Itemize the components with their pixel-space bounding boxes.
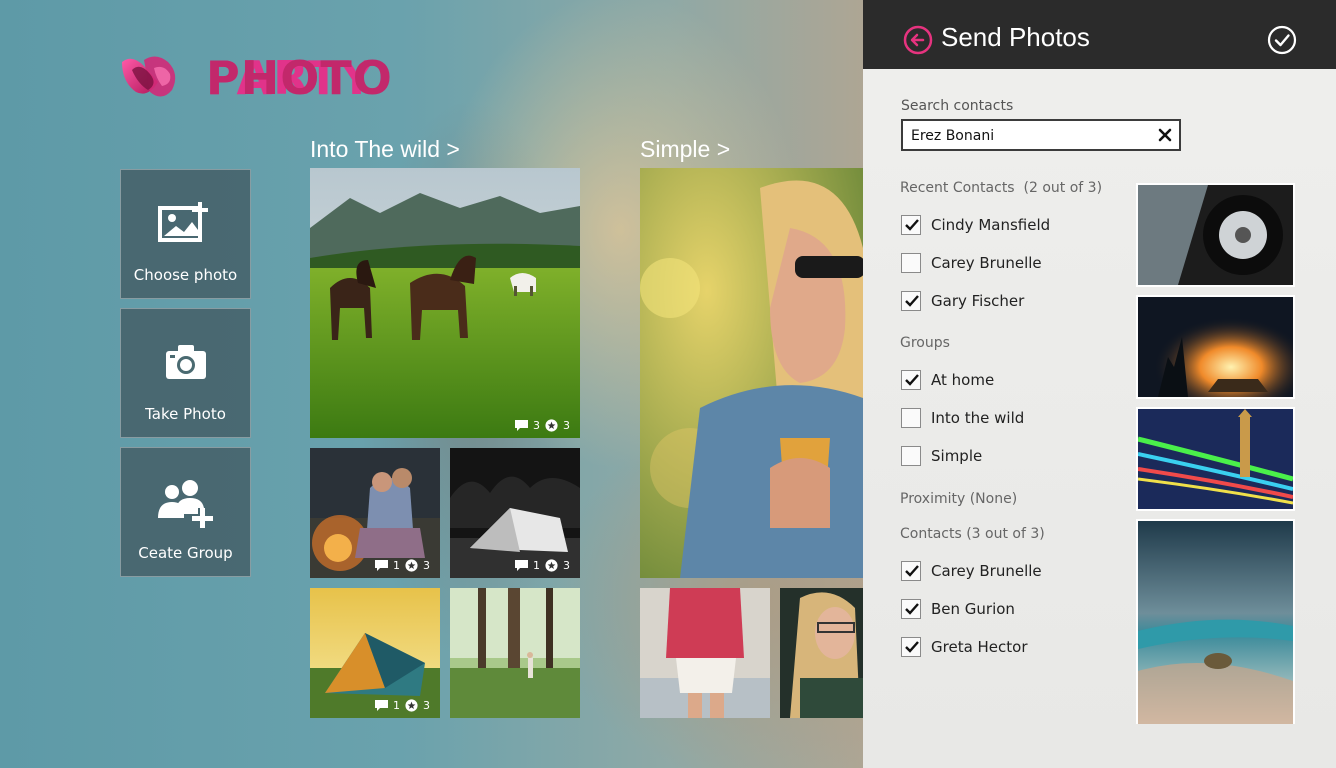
photo-green-tent[interactable]: 1 3 <box>310 588 440 718</box>
star-count: 3 <box>423 699 430 712</box>
create-group-label: Ceate Group <box>138 544 233 562</box>
checkbox-unchecked[interactable] <box>901 408 921 428</box>
choose-photo-label: Choose photo <box>133 266 238 284</box>
checkbox-checked[interactable] <box>901 599 921 619</box>
logo-word-photo: PHOTO <box>206 52 393 104</box>
contact-name: Gary Fischer <box>931 292 1025 310</box>
comment-icon <box>515 420 528 431</box>
checkbox-checked[interactable] <box>901 637 921 657</box>
contacts-heading: Contacts (3 out of 3) <box>900 526 1045 542</box>
checkbox-checked[interactable] <box>901 291 921 311</box>
photo-night-tent-badges: 1 3 <box>514 559 570 572</box>
group-row[interactable]: Into the wild <box>901 408 1024 428</box>
recent-contacts-label: Recent Contacts <box>900 180 1015 196</box>
comment-count: 1 <box>533 559 540 572</box>
create-group-tile[interactable]: Ceate Group <box>120 447 251 577</box>
photo-horses-badges: 3 3 <box>514 419 570 432</box>
photo-blonde-woman[interactable] <box>780 588 863 718</box>
comment-count: 3 <box>533 419 540 432</box>
star-count: 3 <box>563 559 570 572</box>
group-name: Into the wild <box>931 409 1025 427</box>
forest-image <box>450 588 580 718</box>
comment-count: 1 <box>393 559 400 572</box>
star-count: 3 <box>423 559 430 572</box>
image-add-icon <box>157 202 208 242</box>
group-row[interactable]: Simple <box>901 446 982 466</box>
car-wheel-image <box>1138 185 1293 285</box>
photo-forest[interactable] <box>450 588 580 718</box>
photo-couple-badges: 1 3 <box>374 559 430 572</box>
search-contacts-input[interactable] <box>911 126 1151 146</box>
group-name: At home <box>931 371 995 389</box>
group-row[interactable]: At home <box>901 370 994 390</box>
app-logo: PHOTO PARTY <box>118 52 392 104</box>
contact-row[interactable]: Carey Brunelle <box>901 561 1042 581</box>
city-lights-image <box>1138 409 1293 509</box>
checkbox-checked[interactable] <box>901 370 921 390</box>
clear-search-icon[interactable] <box>1157 127 1173 143</box>
search-contacts-box <box>901 119 1181 151</box>
photo-couple-campfire[interactable]: 1 3 <box>310 448 440 578</box>
contact-row[interactable]: Greta Hector <box>901 637 1028 657</box>
fire-sparks-image <box>1138 297 1293 397</box>
checkbox-checked[interactable] <box>901 215 921 235</box>
photo-horses[interactable]: 3 3 <box>310 168 580 438</box>
contact-name: Ben Gurion <box>931 600 1015 618</box>
recent-contact-row[interactable]: Gary Fischer <box>901 291 1024 311</box>
recent-contacts-count: (2 out of 3) <box>1023 180 1103 196</box>
photo-woman-drink[interactable] <box>640 168 863 578</box>
photo-green-tent-badges: 1 3 <box>374 699 430 712</box>
comment-icon <box>375 700 388 711</box>
photo-red-jacket[interactable] <box>640 588 770 718</box>
thumb-city-lights[interactable] <box>1136 407 1295 511</box>
add-group-icon <box>157 480 213 528</box>
checkbox-unchecked[interactable] <box>901 253 921 273</box>
recent-contact-row[interactable]: Cindy Mansfield <box>901 215 1050 235</box>
take-photo-tile[interactable]: Take Photo <box>120 308 251 438</box>
contact-name: Greta Hector <box>931 638 1028 656</box>
panel-title: Send Photos <box>941 22 1090 52</box>
search-contacts-label: Search contacts <box>901 98 1014 114</box>
star-count: 3 <box>563 419 570 432</box>
woman-drink-image <box>640 168 863 578</box>
section-title-into-the-wild[interactable]: Into The wild > <box>310 136 460 163</box>
contact-row[interactable]: Ben Gurion <box>901 599 1015 619</box>
back-arrow-icon[interactable] <box>903 25 933 55</box>
logo-wordmark: PHOTO PARTY <box>206 52 392 104</box>
send-photos-panel: Send Photos Search contacts Recent Conta… <box>863 0 1336 768</box>
thumb-fire-sparks[interactable] <box>1136 295 1295 399</box>
star-icon <box>545 559 558 572</box>
photo-night-tent[interactable]: 1 3 <box>450 448 580 578</box>
groups-heading: Groups <box>900 335 950 351</box>
thumb-beach-storm[interactable] <box>1136 519 1295 724</box>
blonde-woman-image <box>780 588 863 718</box>
thumb-car-wheel[interactable] <box>1136 183 1295 287</box>
horses-image <box>310 168 580 438</box>
choose-photo-tile[interactable]: Choose photo <box>120 169 251 299</box>
checkbox-checked[interactable] <box>901 561 921 581</box>
panel-header: Send Photos <box>863 0 1336 69</box>
contact-name: Carey Brunelle <box>931 254 1042 272</box>
red-jacket-image <box>640 588 770 718</box>
camera-icon <box>165 345 206 379</box>
star-icon <box>405 559 418 572</box>
comment-count: 1 <box>393 699 400 712</box>
group-name: Simple <box>931 447 983 465</box>
recent-contact-row[interactable]: Carey Brunelle <box>901 253 1042 273</box>
contact-name: Carey Brunelle <box>931 562 1042 580</box>
proximity-heading: Proximity (None) <box>900 491 1018 507</box>
star-icon <box>405 699 418 712</box>
confirm-check-icon[interactable] <box>1267 25 1297 55</box>
star-icon <box>545 419 558 432</box>
recent-contacts-heading: Recent Contacts (2 out of 3) <box>900 180 1102 196</box>
photoparty-logo-icon <box>122 56 176 97</box>
take-photo-label: Take Photo <box>145 405 226 423</box>
contact-name: Cindy Mansfield <box>931 216 1051 234</box>
beach-storm-image <box>1138 521 1293 724</box>
comment-icon <box>515 560 528 571</box>
section-title-simple[interactable]: Simple > <box>640 136 730 163</box>
comment-icon <box>375 560 388 571</box>
checkbox-unchecked[interactable] <box>901 446 921 466</box>
